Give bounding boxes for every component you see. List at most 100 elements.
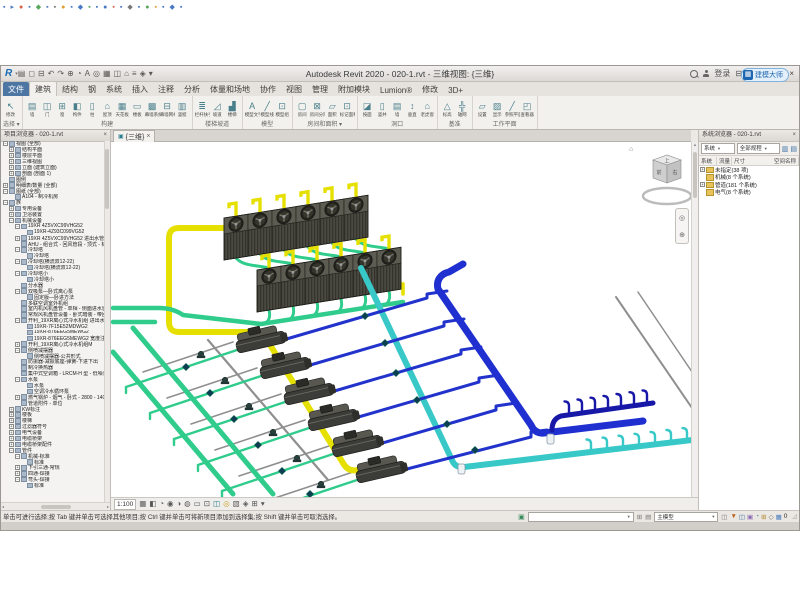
top-strip-icon[interactable]: ▪ [88, 3, 90, 13]
view-control-icon[interactable]: ⊡ [204, 498, 210, 510]
ribbon-tab[interactable]: 插入 [127, 82, 153, 96]
user-icon[interactable] [703, 70, 709, 77]
ribbon-tab[interactable]: 附加模块 [333, 82, 375, 96]
qat-icon[interactable]: ◻ [28, 69, 35, 78]
ribbon-button[interactable]: ◫ 门 [40, 101, 55, 117]
viewcube-home-icon[interactable]: ⌂ [629, 146, 633, 153]
ribbon-button[interactable]: ◪ 按面 [360, 101, 375, 117]
ribbon-button[interactable]: ↖ 修改 [3, 101, 18, 117]
steering-wheel-icon[interactable]: ◎ [679, 214, 685, 222]
view-control-icon[interactable]: ▦ [139, 498, 146, 510]
qat-icon[interactable]: ↷ [57, 69, 64, 78]
view-control-icon[interactable]: ▾ [261, 498, 265, 510]
status-icon[interactable]: ◔ [755, 513, 759, 520]
ribbon-panel-label[interactable]: 楼梯坡道 [193, 121, 242, 129]
ribbon-button[interactable]: ▟ 楼梯 [225, 101, 240, 117]
ribbon-button[interactable]: ▱ 设置 [475, 101, 490, 117]
column-header[interactable]: 系统 [699, 157, 717, 165]
ribbon-tab[interactable]: 注释 [153, 82, 179, 96]
expander-icon[interactable]: + [9, 206, 14, 211]
ribbon-button[interactable]: ▩ 幕墙系统 [145, 101, 160, 117]
ribbon-tab[interactable]: 系统 [101, 82, 127, 96]
expander-icon[interactable]: + [700, 167, 705, 172]
ribbon-tab[interactable]: 结构 [57, 82, 83, 96]
ribbon-button[interactable]: ╱ 模型线 [260, 101, 275, 117]
qat-icon[interactable]: A [85, 69, 90, 78]
drawing-vscrollbar[interactable]: ▲ [691, 142, 698, 497]
project-browser-vscrollbar[interactable] [104, 141, 110, 503]
login-button[interactable]: 登录 [714, 68, 730, 79]
top-strip-icon[interactable]: ● [61, 3, 65, 13]
expander-icon[interactable]: − [15, 289, 20, 294]
ribbon-tab[interactable]: 协作 [255, 82, 281, 96]
qat-icon[interactable]: ◔ [77, 69, 82, 78]
expander-icon[interactable]: − [15, 477, 20, 482]
top-strip-icon[interactable]: ▪ [54, 3, 56, 13]
expander-icon[interactable]: + [9, 424, 14, 429]
ribbon-panel-label[interactable]: 基准 [438, 121, 472, 129]
ribbon-button[interactable]: ⊟ 幕墙网格 [160, 101, 175, 117]
active-only-icon[interactable]: ◫ [721, 513, 727, 521]
ribbon-button[interactable]: ↕ 垂直 [405, 101, 420, 117]
zoom-icon[interactable]: ⊕ [679, 231, 685, 239]
ribbon-button[interactable]: ▭ 楼板 [130, 101, 145, 117]
ribbon-button[interactable]: ╬ 轴网 [455, 101, 470, 117]
expander-icon[interactable]: + [9, 171, 14, 176]
ribbon-button[interactable]: ⊠ 房间分隔 [310, 101, 325, 117]
expander-icon[interactable]: + [9, 407, 14, 412]
expander-icon[interactable]: + [9, 430, 14, 435]
top-strip-icon[interactable]: ▪ [46, 3, 48, 13]
top-strip-icon[interactable]: ▪ [120, 3, 122, 13]
ribbon-button[interactable]: ⊡ 模型组 [275, 101, 290, 117]
top-strip-icon[interactable]: ● [19, 3, 23, 13]
ribbon-button[interactable]: ⌂ 老虎窗 [420, 101, 435, 117]
top-strip-icon[interactable]: ◆ [127, 3, 132, 13]
status-icon[interactable]: 0 [784, 513, 788, 520]
expander-icon[interactable]: + [9, 442, 14, 447]
expander-icon[interactable]: − [15, 271, 20, 276]
ribbon-button[interactable]: ≣ 栏杆扶手 [195, 101, 210, 117]
ribbon-button[interactable]: ◿ 坡道 [210, 101, 225, 117]
qat-icon[interactable]: ⌂ [124, 69, 129, 78]
search-icon[interactable] [690, 70, 698, 78]
ribbon-button[interactable]: ▤ 墙 [25, 101, 40, 117]
ribbon-panel-label[interactable]: 构建 [23, 121, 192, 129]
qat-icon[interactable]: ▦ [103, 69, 111, 78]
scale-button[interactable]: 1:100 [114, 499, 136, 510]
scroll-left-icon[interactable]: ◂ [2, 504, 4, 509]
expander-icon[interactable]: − [9, 448, 14, 453]
ribbon-panel-label[interactable]: 房间和面积 ▾ [293, 121, 357, 129]
status-icon[interactable]: ▼ [730, 513, 736, 520]
expander-icon[interactable]: − [15, 348, 20, 353]
system-browser-header[interactable]: 系统浏览器 - 020-1.rvt × [699, 130, 799, 142]
worksets-icon[interactable]: ▣ [518, 513, 525, 521]
ribbon-tab[interactable]: 视图 [281, 82, 307, 96]
top-strip-icon[interactable]: ▪ [3, 3, 5, 13]
status-icon[interactable]: ▣ [747, 513, 753, 521]
qat-icon[interactable]: ≡ [132, 69, 137, 78]
system-row[interactable]: 电气(8 个系统) [699, 189, 799, 197]
top-strip-icon[interactable]: ▪ [70, 3, 72, 13]
status-icon[interactable]: ▦ [776, 513, 782, 521]
ribbon-tab[interactable]: 3D+ [443, 84, 468, 96]
autofit-columns-icon[interactable]: ▥ [782, 145, 789, 153]
ribbon-button[interactable]: ▯ 竖井 [375, 101, 390, 117]
project-browser-close-icon[interactable]: × [103, 130, 107, 141]
project-browser-hscrollbar[interactable]: ◂ ▸ [1, 502, 110, 510]
ribbon-tab[interactable]: 体量和场地 [205, 82, 255, 96]
navigation-bar[interactable]: ◎ ⊕ [675, 208, 689, 244]
ribbon-tab[interactable]: 管理 [307, 82, 333, 96]
plugin-toolbar-button[interactable]: ▦ 建模大师 [741, 68, 789, 82]
scroll-right-icon[interactable]: ▸ [107, 504, 109, 509]
top-strip-icon[interactable]: ▪ [96, 3, 98, 13]
expander-icon[interactable]: + [9, 418, 14, 423]
qat-icon[interactable]: ↶ [48, 69, 55, 78]
revit-logo-icon[interactable]: R [5, 68, 12, 79]
expander-icon[interactable]: + [9, 212, 14, 217]
expander-icon[interactable]: + [3, 183, 8, 188]
viewcube[interactable]: 上 前 右 [641, 148, 691, 208]
qat-icon[interactable]: ◈ [140, 69, 146, 78]
workset-select[interactable]: ▼ [528, 512, 634, 522]
qat-icon[interactable]: ▤ [18, 69, 26, 78]
ribbon-button[interactable]: ▨ 显示 [490, 101, 505, 117]
